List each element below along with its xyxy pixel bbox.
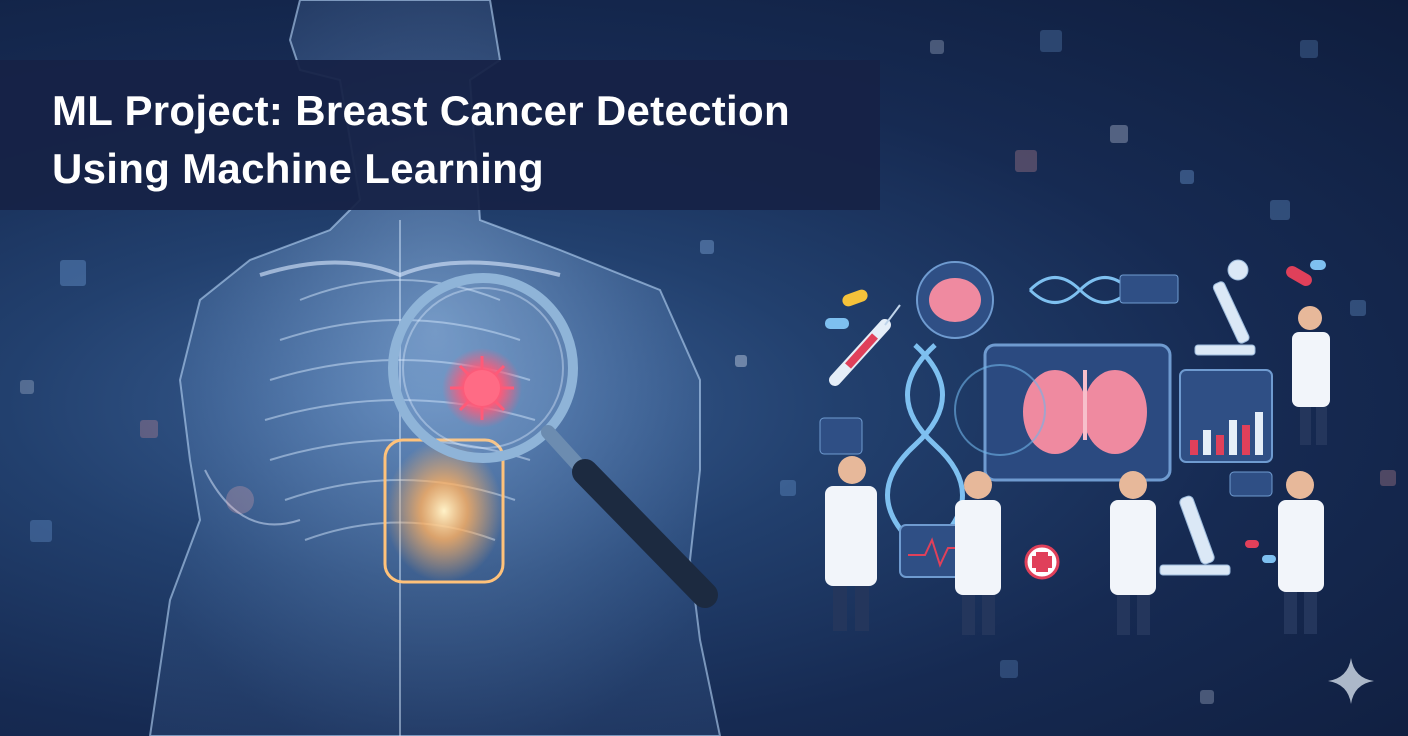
dna-helix — [885, 343, 965, 547]
title-banner: ML Project: Breast Cancer Detection Usin… — [0, 60, 880, 210]
dna-icon — [1028, 276, 1132, 304]
hero-image: ML Project: Breast Cancer Detection Usin… — [0, 0, 1408, 736]
sparkle-icon — [1328, 658, 1374, 704]
side-panel — [1229, 471, 1273, 497]
lab-illustration — [819, 259, 1330, 635]
medical-cross-icon — [1024, 544, 1060, 580]
title-line-1: ML Project: Breast Cancer Detection — [52, 87, 790, 134]
title-line-2: Using Machine Learning — [52, 145, 544, 192]
brain-icon — [916, 261, 994, 339]
syringe-icon — [829, 304, 901, 386]
tumor-cell — [442, 348, 522, 428]
side-panel — [819, 417, 863, 455]
bar-chart-icon — [1179, 369, 1273, 463]
